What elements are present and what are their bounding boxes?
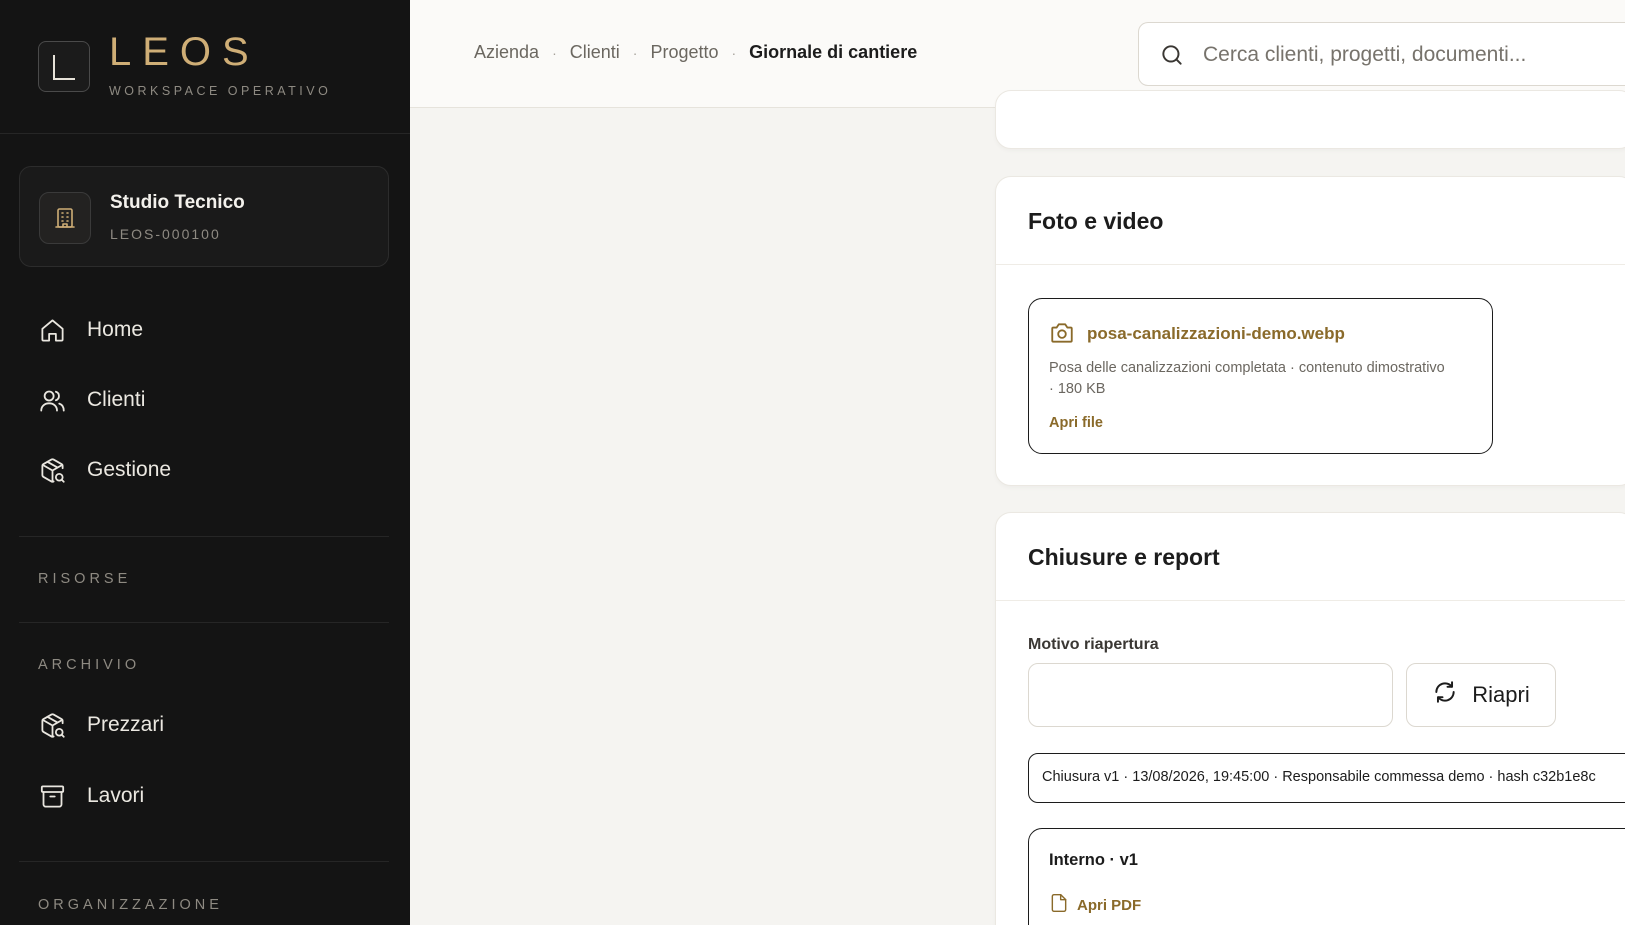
media-file-description: Posa delle canalizzazioni completata · c… [1049,360,1445,397]
sidebar-divider [19,622,389,623]
brand-subtitle: WORKSPACE OPERATIVO [109,84,332,98]
organization-name: Studio Tecnico [110,192,245,213]
breadcrumb-separator: · [632,44,638,61]
media-card-header: Foto e video [996,177,1625,265]
users-icon [38,386,67,415]
search-input[interactable] [1203,37,1625,73]
home-icon [38,316,67,345]
search-box[interactable] [1138,22,1625,86]
sidebar: LEOS WORKSPACE OPERATIVO Studio Tecnico … [0,0,410,925]
breadcrumb-separator: · [552,44,557,61]
reopen-button-label: Riapri [1472,682,1530,707]
organization-code: LEOS-000100 [110,226,221,242]
brand-header: LEOS WORKSPACE OPERATIVO [0,0,410,134]
media-file-name: posa-canalizzazioni-demo.webp [1087,324,1345,343]
sidebar-item-label: Lavori [87,784,145,807]
reopen-button[interactable]: Riapri [1406,663,1556,727]
package-search-icon [38,456,67,485]
reopen-reason-label: Motivo riapertura [1028,636,1159,653]
closures-card: Chiusure e report Motivo riapertura Riap… [995,512,1625,925]
sidebar-item-clienti[interactable]: Clienti [38,380,145,420]
breadcrumb-azienda[interactable]: Azienda [474,42,539,63]
sidebar-item-lavori[interactable]: Lavori [38,776,144,816]
open-pdf-link[interactable]: Apri PDF [1049,892,1141,918]
open-pdf-label: Apri PDF [1077,896,1142,914]
media-card-title: Foto e video [1028,208,1164,234]
open-file-link[interactable]: Apri file [1049,415,1103,431]
closures-card-header: Chiusure e report [996,513,1625,601]
sidebar-item-label: Clienti [87,388,146,411]
file-icon [1049,892,1069,918]
refresh-icon [1432,679,1458,711]
media-file-item[interactable]: posa-canalizzazioni-demo.webp Posa delle… [1028,298,1493,454]
breadcrumb-clienti[interactable]: Clienti [570,42,620,63]
sidebar-item-label: Prezzari [87,713,165,736]
report-title: Interno · v1 [1049,851,1138,869]
sidebar-item-label: Gestione [87,458,172,481]
section-label-risorse: RISORSE [38,571,132,587]
sidebar-item-prezzari[interactable]: Prezzari [38,705,164,745]
report-item: Interno · v1 Apri PDF [1028,828,1625,925]
sidebar-item-home[interactable]: Home [38,310,143,350]
sidebar-divider [19,861,389,862]
breadcrumb-separator: · [731,44,737,61]
sidebar-divider [19,536,389,537]
closure-entry: Chiusura v1 · 13/08/2026, 19:45:00 · Res… [1028,753,1625,803]
breadcrumb-current: Giornale di cantiere [749,42,918,62]
building-icon [39,192,91,244]
brand-name: LEOS [109,30,260,74]
section-label-organizzazione: ORGANIZZAZIONE [38,897,223,913]
archive-icon [38,782,67,811]
package-search-icon [38,711,67,740]
search-icon [1159,42,1185,73]
previous-section-card [995,90,1625,149]
reopen-reason-input[interactable] [1028,663,1393,727]
breadcrumb-progetto[interactable]: Progetto [650,42,718,63]
media-card: Foto e video posa-canalizzazioni-demo.we… [995,176,1625,486]
logo-icon[interactable] [38,41,90,92]
sidebar-item-label: Home [87,318,144,341]
closures-card-title: Chiusure e report [1028,544,1220,570]
breadcrumb: Azienda · Clienti · Progetto · Giornale … [474,42,917,63]
organization-switcher[interactable]: Studio Tecnico LEOS-000100 [19,166,389,267]
section-label-archivio: ARCHIVIO [38,657,141,673]
sidebar-item-gestione[interactable]: Gestione [38,450,171,490]
camera-icon [1049,320,1075,351]
